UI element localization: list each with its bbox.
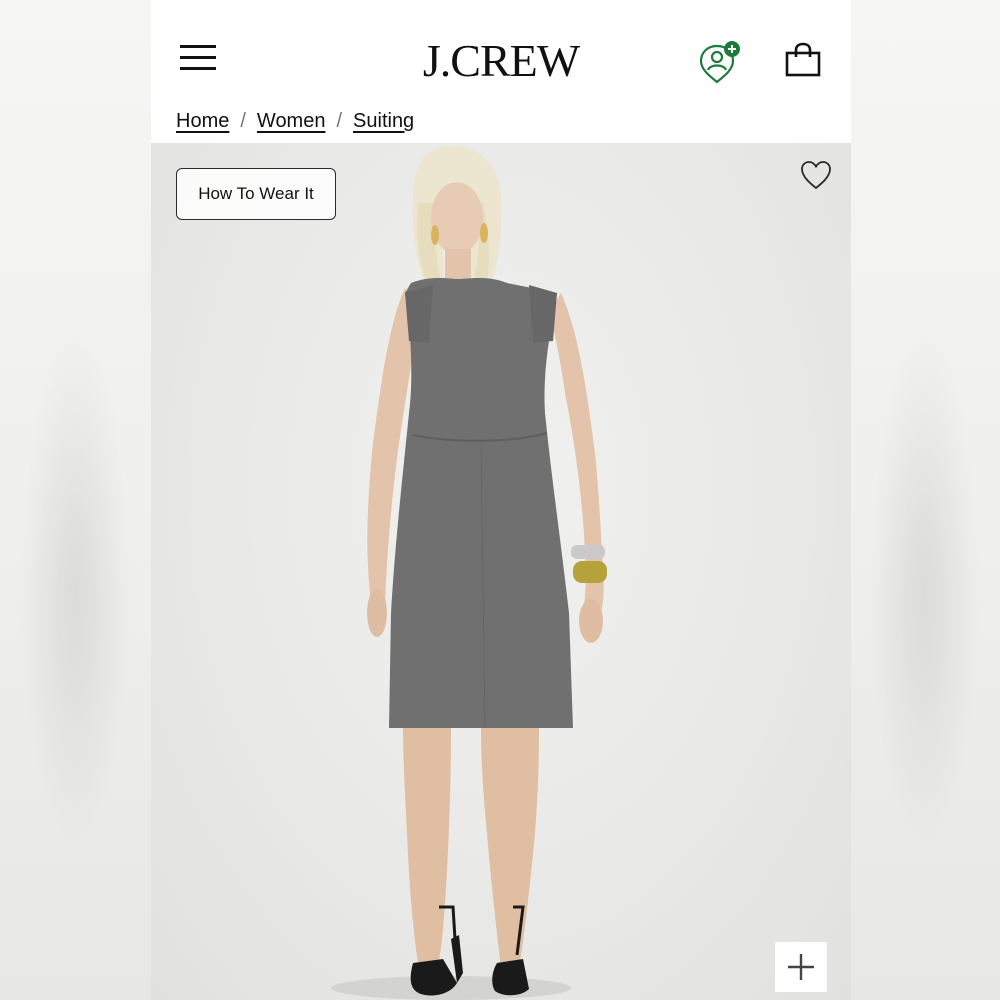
model-photo [331,146,607,1000]
plus-icon [788,954,814,980]
mobile-page: J.CREW Home / Women / Suiting How To Wea… [151,0,851,1000]
how-to-wear-it-button[interactable]: How To Wear It [176,168,336,220]
breadcrumb-separator: / [336,109,343,132]
right-backdrop [849,0,1000,1000]
brand-logo[interactable]: J.CREW [151,34,851,87]
breadcrumb-suiting[interactable]: Suiting [353,110,414,133]
breadcrumb-separator: / [240,109,246,132]
shopping-bag-icon[interactable] [785,42,821,78]
expand-image-button[interactable] [775,942,827,992]
heart-icon[interactable] [799,159,833,191]
left-backdrop [0,0,151,1000]
breadcrumb: Home / Women / Suiting [176,108,414,134]
product-hero-image[interactable]: How To Wear It [151,143,851,1000]
account-location-icon[interactable] [699,40,745,84]
site-header: J.CREW Home / Women / Suiting [151,0,851,143]
breadcrumb-home[interactable]: Home [176,110,229,133]
breadcrumb-women[interactable]: Women [257,110,326,133]
